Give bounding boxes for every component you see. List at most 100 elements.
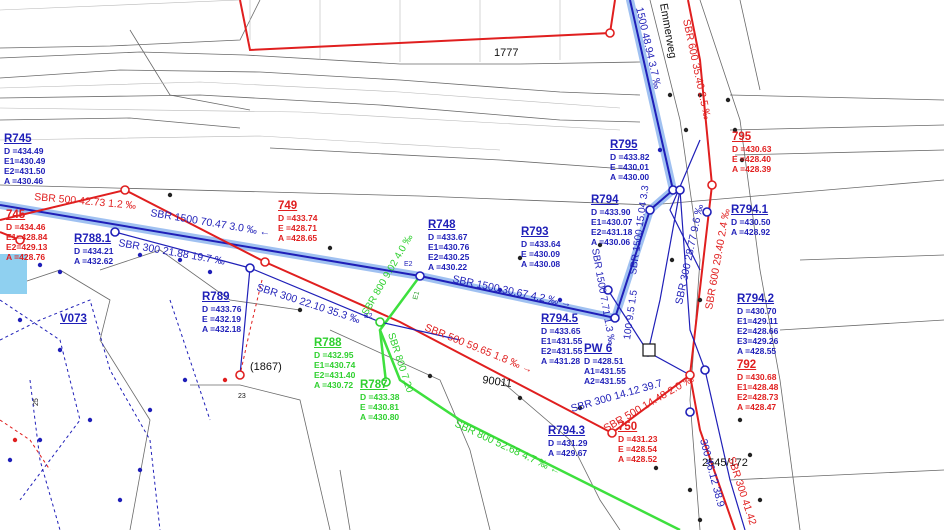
manhole-pw6[interactable]: PW 6 D =428.51 A1=431.55 A2=431.55	[584, 342, 626, 386]
manhole-r793[interactable]: R793 D =433.64 E =430.09 A =430.08	[521, 225, 560, 269]
manhole-node-circle	[375, 317, 385, 327]
manhole-v073[interactable]: V073	[60, 312, 87, 326]
manhole-value: A =428.65	[278, 233, 318, 243]
manhole-value: D =433.38	[360, 392, 400, 402]
manhole-value: D =433.74	[278, 213, 318, 223]
manhole-title: 792	[737, 359, 757, 371]
survey-point	[57, 347, 63, 353]
manhole-value: E1=430.49	[4, 156, 46, 166]
manhole-r787[interactable]: R787 D =433.38 E =430.81 A =430.80	[360, 378, 399, 422]
survey-point	[137, 252, 143, 258]
manhole-title: R794.5	[541, 313, 579, 325]
manhole-value: A =432.62	[74, 256, 114, 266]
manhole-r794-3[interactable]: R794.3 D =431.29 A =429.67	[548, 424, 587, 458]
survey-point	[137, 467, 143, 473]
survey-point	[327, 245, 333, 251]
manhole-value: A1=431.55	[584, 366, 626, 376]
pipe-label-red-vertical: SBR 600 35.40 2.5 ‰	[680, 18, 713, 121]
manhole-value: E3=429.26	[737, 336, 779, 346]
manhole-value: E1=430.07	[591, 217, 633, 227]
manhole-r748[interactable]: R748 D =433.67 E1=430.76 E2=430.25 A =43…	[428, 218, 469, 272]
manhole-value: E1=431.55	[541, 336, 583, 346]
survey-point	[7, 457, 13, 463]
manhole-value: E =428.54	[618, 444, 657, 454]
pipe-label-red-mid: SBR 500 59.65 1.8 ‰ →	[423, 322, 535, 376]
manhole-value: E1=428.84	[6, 232, 48, 242]
manhole-750[interactable]: 750 D =431.23 E =428.54 A =428.52	[618, 420, 657, 464]
manhole-value: A =428.39	[732, 164, 772, 174]
manhole-value: A =431.28	[541, 356, 581, 366]
manhole-r788-1[interactable]: R788.1 D =434.21 A =432.62	[74, 232, 113, 266]
manhole-title: 749	[278, 200, 298, 212]
manhole-value: D =430.68	[737, 372, 777, 382]
manhole-title: 795	[732, 131, 752, 143]
survey-point	[669, 257, 675, 263]
inlet-e2-label: E2	[404, 261, 413, 268]
survey-point	[222, 377, 228, 383]
survey-point	[12, 437, 18, 443]
manhole-title: V073	[60, 313, 87, 325]
parcel-number-23: 23	[238, 393, 246, 400]
survey-point	[757, 497, 763, 503]
manhole-r794[interactable]: R794 D =433.90 E1=430.07 E2=431.18 A =43…	[591, 193, 632, 247]
survey-point	[725, 97, 731, 103]
manhole-r788[interactable]: R788 D =432.95 E1=430.74 E2=431.40 A =43…	[314, 336, 355, 390]
manhole-r789[interactable]: R789 D =433.76 E =432.19 A =432.18	[202, 290, 241, 334]
survey-point	[207, 269, 213, 275]
manhole-value: D =433.67	[428, 232, 468, 242]
survey-point	[37, 437, 43, 443]
parcel-number-25: 25	[33, 398, 40, 406]
manhole-r794-1[interactable]: R794.1 D =430.50 A =428.92	[731, 203, 770, 237]
manhole-792[interactable]: 792 D =430.68 E1=428.48 E2=428.73 A =428…	[737, 358, 778, 412]
manhole-value: E2=431.18	[591, 227, 633, 237]
survey-point	[147, 407, 153, 413]
survey-point	[87, 417, 93, 423]
manhole-node-circle	[260, 257, 270, 267]
manhole-value: D =433.65	[541, 326, 581, 336]
manhole-value: A =428.47	[737, 402, 777, 412]
manhole-node-circle	[675, 185, 685, 195]
manhole-value: A =430.06	[591, 237, 631, 247]
sewer-network-map: 1777 (1867) 90011 2545/172 23 25 Emmerwe…	[0, 0, 944, 530]
manhole-value: A =430.00	[610, 172, 650, 182]
manhole-node-circle	[707, 180, 717, 190]
manhole-title: R795	[610, 139, 638, 151]
manhole-r795[interactable]: R795 D =433.82 E =430.01 A =430.00	[610, 138, 649, 182]
pipe-label-blue-mid: SBR 1500 30.67 4.2 ‰ →	[451, 273, 572, 310]
manhole-r794-2[interactable]: R794.2 D =430.70 E1=429.11 E2=428.66 E3=…	[737, 292, 778, 356]
survey-point	[687, 487, 693, 493]
manhole-title: R748	[428, 219, 456, 231]
manhole-745[interactable]: 745 D =434.46 E1=428.84 E2=429.13 A =428…	[6, 208, 47, 262]
survey-point	[667, 92, 673, 98]
pump-station-symbol	[642, 343, 656, 357]
manhole-value: A =430.08	[521, 259, 561, 269]
manhole-value: A =430.80	[360, 412, 400, 422]
manhole-node-circle	[700, 365, 710, 375]
parcel-number-1867: (1867)	[250, 361, 282, 373]
manhole-value: A =428.55	[737, 346, 777, 356]
pipe-label-blue-300b: SBR 300 22.10 35.3 ‰	[255, 281, 362, 326]
manhole-value: E2=431.55	[541, 346, 583, 356]
manhole-title: 745	[6, 209, 26, 221]
manhole-title: R794.3	[548, 425, 586, 437]
manhole-749[interactable]: 749 D =433.74 E =428.71 A =428.65	[278, 199, 317, 243]
manhole-value: D =430.50	[731, 217, 771, 227]
manhole-value: E1=430.74	[314, 360, 356, 370]
manhole-value: A =429.67	[548, 448, 588, 458]
manhole-value: E2=428.73	[737, 392, 779, 402]
manhole-r745[interactable]: R745 D =434.49 E1=430.49 E2=431.50 A =43…	[4, 132, 45, 186]
survey-point	[117, 497, 123, 503]
manhole-node-circle	[235, 370, 245, 380]
survey-point	[517, 395, 523, 401]
manhole-value: A =430.72	[314, 380, 354, 390]
manhole-title: 750	[618, 421, 638, 433]
manhole-value: D =433.90	[591, 207, 631, 217]
manhole-r794-5[interactable]: R794.5 D =433.65 E1=431.55 E2=431.55 A =…	[541, 312, 582, 366]
manhole-value: E =428.71	[278, 223, 317, 233]
manhole-value: D =431.23	[618, 434, 658, 444]
manhole-value: D =432.95	[314, 350, 354, 360]
survey-point	[17, 317, 23, 323]
survey-point	[697, 517, 703, 523]
survey-point	[697, 297, 703, 303]
manhole-795[interactable]: 795 D =430.63 E =428.40 A =428.39	[732, 130, 771, 174]
